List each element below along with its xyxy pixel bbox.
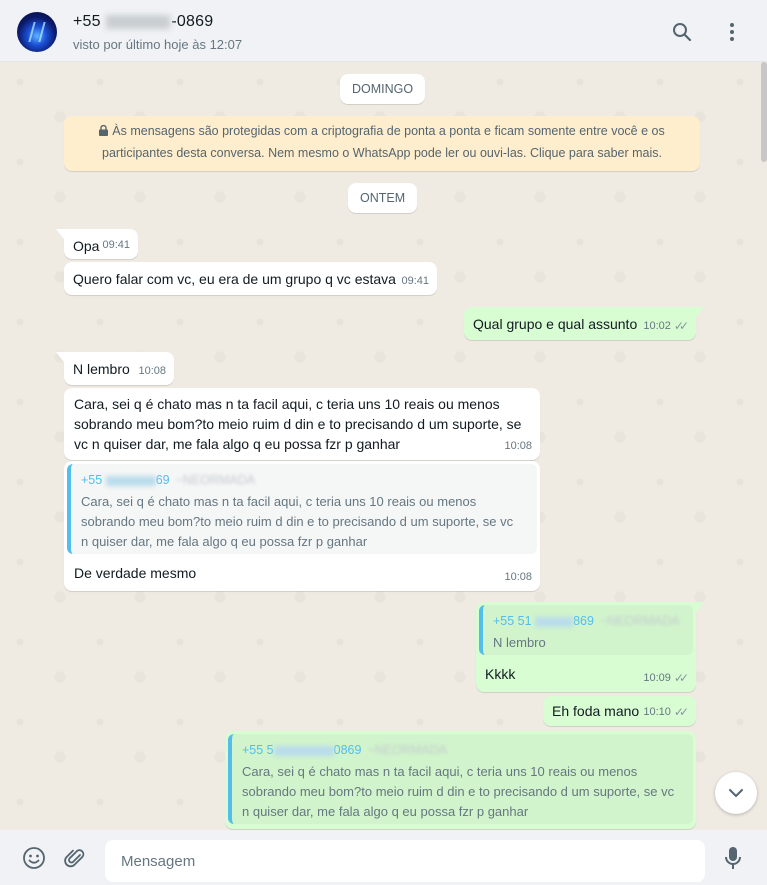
quoted-message[interactable]: +55 5 0869 ~NEORMADA Cara, sei q é chato m… — [228, 734, 693, 824]
quoted-text: N lembro — [493, 635, 546, 650]
quoted-author-suffix: 0869 — [333, 743, 362, 757]
quoted-author: +55 51 869 ~NEORMADA — [493, 611, 683, 631]
message-time: 10:09 — [643, 672, 671, 684]
redacted-number — [273, 745, 334, 756]
incoming-reply-message[interactable]: +55 69 ~NEORMADA Cara, sei q é chato mas … — [64, 461, 540, 591]
quoted-message[interactable]: +55 51 869 ~NEORMADA N lembro — [479, 605, 693, 655]
message-meta: 10:09 ✓✓ — [643, 668, 689, 688]
quoted-author-nick: ~NEORMADA — [599, 614, 680, 628]
double-check-icon: ✓✓ — [673, 319, 689, 333]
encryption-notice-text: Às mensagens são protegidas com a cripto… — [102, 124, 665, 160]
message-text: Cara, sei q é chato mas n ta facil aqui,… — [74, 396, 522, 452]
encryption-notice[interactable]: Às mensagens são protegidas com a cripto… — [64, 116, 700, 171]
paperclip-icon[interactable] — [63, 846, 87, 870]
quoted-author: +55 5 0869 ~NEORMADA — [242, 740, 683, 760]
chat-header: +55 -0869 visto por último hoje às 12:07 — [0, 0, 767, 62]
outgoing-message[interactable]: Qual grupo e qual assunto 10:02 ✓✓ — [464, 307, 704, 340]
message-meta: 10:02 ✓✓ — [643, 316, 689, 336]
incoming-message[interactable]: Cara, sei q é chato mas n ta facil aqui,… — [64, 388, 540, 460]
message-text: Eh foda mano — [552, 703, 640, 719]
quoted-author-prefix: +55 — [81, 473, 103, 487]
quoted-text: Cara, sei q é chato mas n ta facil aqui,… — [242, 764, 675, 819]
quoted-author: +55 69 ~NEORMADA — [81, 470, 527, 490]
quoted-author-suffix: 869 — [573, 614, 594, 628]
message-time: 10:10 — [643, 706, 671, 718]
double-check-icon: ✓✓ — [673, 671, 689, 685]
message-time: 09:41 — [401, 275, 429, 287]
outgoing-message[interactable]: Eh foda mano 10:10 ✓✓ — [543, 696, 696, 726]
message-meta: 10:10 ✓✓ — [643, 702, 689, 722]
message-input[interactable] — [105, 840, 705, 882]
message-text: Opa — [73, 238, 100, 254]
message-text: Quero falar com vc, eu era de um grupo q… — [73, 271, 396, 287]
quoted-author-suffix: 69 — [155, 473, 170, 487]
redacted-number — [105, 475, 156, 486]
message-time: 10:08 — [504, 571, 532, 583]
contact-last-seen: visto por último hoje às 12:07 — [73, 37, 243, 52]
message-time: 09:41 — [102, 239, 130, 251]
message-text: Qual grupo e qual assunto — [473, 316, 638, 332]
message-list[interactable]: DOMINGO Às mensagens são protegidas com … — [0, 62, 767, 830]
lock-icon — [99, 122, 109, 143]
chevron-down-icon — [729, 789, 743, 797]
incoming-message[interactable]: N lembro 10:08 — [56, 352, 174, 385]
kebab-menu-icon[interactable] — [720, 20, 744, 44]
outgoing-reply-message[interactable]: +55 5 0869 ~NEORMADA Cara, sei q é chato m… — [225, 731, 696, 829]
incoming-message[interactable]: Opa 09:41 — [56, 229, 138, 259]
contact-name-prefix: +55 — [73, 13, 101, 30]
quoted-author-nick: ~NEORMADA — [175, 473, 256, 487]
message-time: 10:08 — [138, 365, 166, 377]
redacted-number — [106, 14, 171, 29]
message-text: De verdade mesmo — [74, 565, 197, 581]
quoted-author-prefix: +55 51 — [493, 614, 532, 628]
quoted-author-nick: ~NEORMADA — [367, 743, 447, 757]
search-icon[interactable] — [670, 20, 694, 44]
date-separator: DOMINGO — [340, 74, 426, 104]
microphone-icon[interactable] — [721, 846, 745, 870]
scroll-to-bottom-button[interactable] — [715, 772, 757, 814]
contact-name[interactable]: +55 -0869 — [73, 13, 213, 31]
double-check-icon: ✓✓ — [673, 705, 689, 719]
message-time: 10:02 — [643, 320, 671, 332]
scrollbar[interactable] — [761, 62, 767, 162]
emoji-icon[interactable] — [22, 846, 46, 870]
quoted-text: Cara, sei q é chato mas n ta facil aqui,… — [81, 494, 514, 549]
quoted-message[interactable]: +55 69 ~NEORMADA Cara, sei q é chato mas … — [67, 464, 537, 554]
contact-avatar[interactable] — [17, 12, 57, 52]
quoted-author-prefix: +55 5 — [242, 743, 274, 757]
message-text: N lembro — [73, 361, 130, 377]
message-time: 10:08 — [504, 440, 532, 452]
incoming-message[interactable]: Quero falar com vc, eu era de um grupo q… — [64, 262, 437, 295]
outgoing-reply-message[interactable]: +55 51 869 ~NEORMADA N lembro Kkkk 10:09 ✓… — [476, 602, 704, 692]
redacted-number — [535, 616, 574, 627]
message-text: Kkkk — [485, 666, 516, 682]
contact-name-suffix: -0869 — [171, 13, 214, 30]
date-separator: ONTEM — [348, 183, 418, 213]
composer-bar — [0, 830, 767, 885]
